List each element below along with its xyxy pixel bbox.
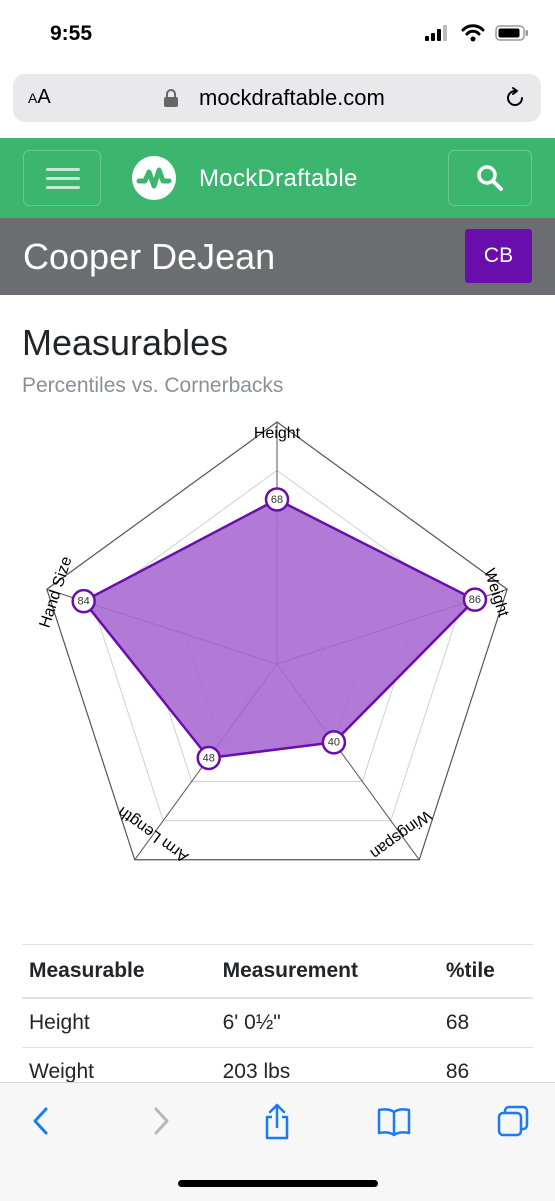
reload-icon[interactable] — [503, 86, 527, 110]
data-label: 84 — [78, 596, 90, 608]
lock-icon — [164, 89, 178, 107]
status-bar: 9:55 — [0, 0, 555, 70]
table-cell: Height — [22, 998, 216, 1048]
data-label: 86 — [469, 594, 481, 606]
search-button[interactable] — [448, 150, 532, 206]
data-label: 48 — [203, 752, 215, 764]
signal-icon — [425, 25, 447, 41]
bookmarks-icon[interactable] — [376, 1103, 412, 1139]
measurables-table: Measurable Measurement %tile Height 6' 0… — [22, 944, 533, 1097]
table-row: Height 6' 0½" 68 — [22, 998, 533, 1048]
battery-icon — [495, 25, 528, 41]
forward-icon[interactable] — [148, 1103, 174, 1139]
reader-options-button[interactable]: AA — [28, 86, 51, 109]
home-indicator — [178, 1180, 378, 1187]
column-header: Measurable — [22, 944, 216, 999]
player-name: Cooper DeJean — [23, 236, 276, 277]
table-cell: 68 — [438, 998, 533, 1048]
axis-label: Height — [254, 425, 301, 442]
url-domain[interactable]: mockdraftable.com — [199, 85, 385, 111]
share-icon[interactable] — [262, 1103, 292, 1141]
section-subtitle: Percentiles vs. Cornerbacks — [22, 374, 284, 397]
table-cell: 6' 0½" — [215, 998, 439, 1048]
axis-label: Hand Size — [37, 554, 76, 630]
data-area — [81, 498, 478, 760]
tabs-icon[interactable] — [496, 1103, 530, 1139]
logo-icon[interactable] — [130, 154, 178, 202]
section-title: Measurables — [22, 322, 229, 363]
data-label: 40 — [328, 737, 340, 749]
table-header-row: Measurable Measurement %tile — [22, 944, 533, 999]
brand-name[interactable]: MockDraftable — [199, 165, 358, 193]
axis-label: Wingspan — [367, 806, 435, 862]
data-label: 68 — [271, 494, 283, 506]
column-header: Measurement — [215, 944, 439, 999]
wifi-icon — [461, 24, 485, 42]
status-icons — [425, 24, 529, 42]
search-icon — [477, 165, 503, 191]
menu-button[interactable] — [23, 150, 101, 206]
position-badge[interactable]: CB — [465, 229, 532, 283]
site-navbar: MockDraftable — [0, 138, 555, 218]
radar-chart: HeightWeightWingspanArm LengthHand Size6… — [37, 421, 512, 865]
address-bar[interactable]: AA mockdraftable.com — [13, 74, 541, 122]
column-header: %tile — [438, 944, 533, 999]
player-header: Cooper DeJean CB — [0, 218, 555, 295]
back-icon[interactable] — [28, 1103, 54, 1139]
status-time: 9:55 — [50, 22, 93, 45]
